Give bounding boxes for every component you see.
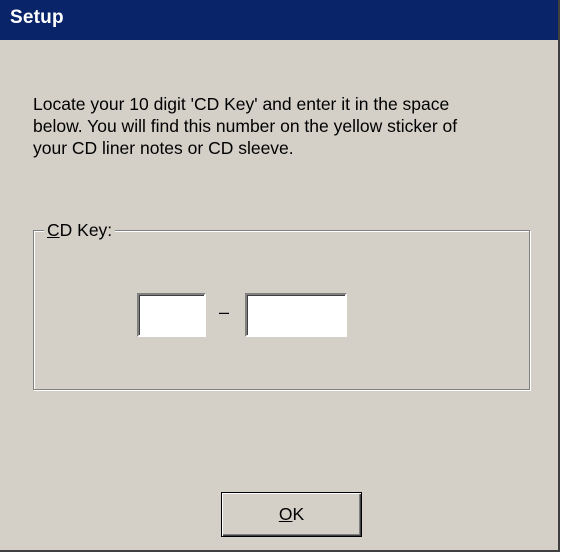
cd-key-separator: – <box>219 302 230 322</box>
title-bar[interactable]: Setup <box>0 0 558 40</box>
instructions-line: Locate your 10 digit 'CD Key' and enter … <box>33 94 450 114</box>
ok-button-label: OK <box>222 504 361 525</box>
cd-key-part2-input[interactable] <box>245 293 347 337</box>
cd-key-label-mnemonic: C <box>47 220 60 240</box>
cd-key-part1-input[interactable] <box>137 293 206 337</box>
cd-key-label-text: D Key: <box>59 220 113 240</box>
cd-key-groupbox: CD Key: – <box>33 220 530 390</box>
window-title: Setup <box>10 7 64 28</box>
ok-label-text: K <box>292 504 305 524</box>
instructions-text: Locate your 10 digit 'CD Key' and enter … <box>33 93 543 159</box>
instructions-line: your CD liner notes or CD sleeve. <box>33 138 294 158</box>
ok-mnemonic: O <box>278 504 293 524</box>
cd-key-label: CD Key: <box>44 220 116 240</box>
instructions-line: below. You will find this number on the … <box>33 116 458 136</box>
ok-button[interactable]: OK <box>221 492 362 537</box>
setup-dialog: Setup Locate your 10 digit 'CD Key' and … <box>0 0 560 552</box>
